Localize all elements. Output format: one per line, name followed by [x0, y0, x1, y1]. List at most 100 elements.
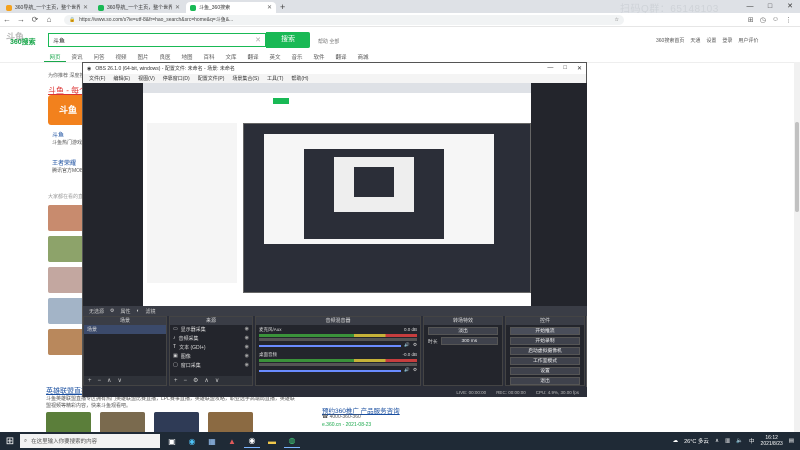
top-link[interactable]: 用户评价 [738, 37, 758, 44]
minimize-button[interactable]: — [547, 65, 553, 72]
gear-icon[interactable]: ⚙ [413, 367, 417, 373]
menu-item[interactable]: 文件(F) [89, 75, 105, 82]
gear-icon[interactable]: ⚙ [193, 377, 198, 384]
remove-icon[interactable]: − [184, 378, 188, 384]
taskbar-search[interactable]: ⌕ 在这里输入你要搜索的内容 [20, 434, 160, 448]
browser-tab-2[interactable]: 360导航_一个主页，整个世界 ✕ [94, 2, 184, 13]
nav-tab[interactable]: 视频 [110, 53, 132, 62]
close-icon[interactable]: ✕ [83, 4, 88, 11]
search-button[interactable]: 搜索 [266, 32, 310, 48]
source-item[interactable]: ▣ 图像 ◉ [170, 352, 252, 361]
reload-icon[interactable]: ⟳ [28, 15, 42, 24]
star-icon[interactable]: ☆ [615, 17, 619, 23]
top-link[interactable]: 天通 [690, 37, 700, 44]
clock[interactable]: 16:12 2021/8/23 [761, 435, 783, 447]
nav-tab[interactable]: 软件 [308, 53, 330, 62]
chevron-up-icon[interactable]: ∧ [715, 438, 719, 444]
start-streaming-button[interactable]: 开始推流 [510, 327, 580, 335]
nav-tab[interactable]: 英文 [264, 53, 286, 62]
menu-icon[interactable]: ⋮ [785, 16, 792, 24]
speaker-icon[interactable]: 🔊 [404, 342, 410, 348]
duration-input[interactable]: 300 ms [440, 337, 498, 345]
ad-site[interactable]: e.360.cn - 2021-08-23 [322, 422, 371, 428]
search-input[interactable]: 斗鱼 ✕ [48, 33, 266, 47]
minimize-button[interactable]: — [740, 0, 760, 13]
filters-button[interactable]: 滤镜 [146, 308, 156, 315]
close-window-button[interactable]: ✕ [577, 65, 582, 72]
windows-start-icon[interactable]: ⊞ [0, 436, 20, 447]
browser-icon[interactable]: ◍ [284, 434, 300, 448]
nav-tab[interactable]: 地图 [176, 53, 198, 62]
speaker-icon[interactable]: 🔊 [404, 367, 410, 373]
search-brand[interactable]: 360搜索 [10, 37, 36, 47]
source-item[interactable]: ▭ 显示器采集 ◉ [170, 325, 252, 334]
live-thumbnail[interactable] [48, 298, 84, 324]
notification-icon[interactable]: ▤ [789, 438, 794, 444]
remove-icon[interactable]: − [98, 378, 102, 384]
back-icon[interactable]: ← [0, 15, 14, 24]
menu-item[interactable]: 场景集合(S) [232, 75, 259, 82]
start-recording-button[interactable]: 开始录制 [510, 337, 580, 345]
move-down-icon[interactable]: ∨ [215, 377, 219, 384]
live-thumbnail[interactable] [48, 329, 84, 355]
menu-item[interactable]: 帮助(H) [291, 75, 308, 82]
studio-mode-button[interactable]: 工作室模式 [510, 357, 580, 365]
nav-tab[interactable]: 网页 [44, 53, 66, 62]
history-icon[interactable]: ◷ [760, 16, 766, 24]
close-window-button[interactable]: ✕ [780, 0, 800, 13]
filter-icon[interactable]: ◐ [137, 308, 140, 314]
gear-icon[interactable]: ⚙ [413, 342, 417, 348]
browser-tab-3[interactable]: 斗鱼_360搜索 ✕ [186, 2, 276, 13]
settings-button[interactable]: 设置 [510, 367, 580, 375]
page-scrollbar[interactable] [794, 62, 800, 432]
nav-tab[interactable]: 音乐 [286, 53, 308, 62]
gear-icon[interactable]: ⚙ [110, 308, 114, 314]
folder-icon[interactable]: ▬ [264, 434, 280, 448]
clear-icon[interactable]: ✕ [255, 36, 261, 44]
close-icon[interactable]: ✕ [267, 4, 272, 11]
weather-text[interactable]: 26°C 多云 [684, 437, 709, 445]
live-thumbnail[interactable] [48, 205, 84, 231]
app-icon[interactable]: ▲ [224, 434, 240, 448]
volume-slider[interactable] [259, 370, 402, 372]
task-view-icon[interactable]: ▣ [164, 434, 180, 448]
eye-icon[interactable]: ◉ [245, 353, 249, 360]
scrollbar-thumb[interactable] [795, 122, 799, 212]
nav-tab[interactable]: 商城 [352, 53, 374, 62]
obs-preview-canvas[interactable] [143, 83, 531, 306]
move-up-icon[interactable]: ∧ [107, 377, 111, 384]
volume-icon[interactable]: 🔈 [736, 438, 743, 444]
virtual-camera-button[interactable]: 启动虚拟摄像机 [510, 347, 580, 355]
ime-icon[interactable]: 中 [749, 437, 755, 445]
nav-tab[interactable]: 文库 [220, 53, 242, 62]
network-icon[interactable]: ▥ [725, 438, 730, 444]
home-icon[interactable]: ⌂ [42, 15, 56, 24]
nav-tab[interactable]: 资讯 [66, 53, 88, 62]
move-down-icon[interactable]: ∨ [117, 377, 121, 384]
top-link[interactable]: 登录 [722, 37, 732, 44]
eye-icon[interactable]: ◉ [245, 335, 249, 342]
new-tab-button[interactable]: + [280, 2, 285, 13]
nav-tab[interactable]: 百科 [198, 53, 220, 62]
photos-icon[interactable]: ▦ [204, 434, 220, 448]
maximize-button[interactable]: □ [760, 0, 780, 13]
menu-item[interactable]: 工具(T) [267, 75, 283, 82]
forward-icon[interactable]: → [14, 15, 28, 24]
close-icon[interactable]: ✕ [175, 4, 180, 11]
menu-item[interactable]: 停靠窗口(D) [163, 75, 190, 82]
top-link[interactable]: 设置 [706, 37, 716, 44]
menu-item[interactable]: 配置文件(P) [198, 75, 225, 82]
obs-icon[interactable]: ◉ [244, 434, 260, 448]
maximize-button[interactable]: □ [563, 65, 567, 72]
move-up-icon[interactable]: ∧ [204, 377, 208, 384]
source-item[interactable]: T 文本 (GDI+) ◉ [170, 343, 252, 352]
source-item[interactable]: ▢ 窗口采集 ◉ [170, 361, 252, 370]
nav-tab[interactable]: 翻译 [330, 53, 352, 62]
eye-icon[interactable]: ◉ [245, 362, 249, 369]
profile-icon[interactable]: ☺ [772, 16, 779, 24]
top-link[interactable]: 360搜索首页 [656, 37, 684, 44]
extensions-icon[interactable]: ⊞ [748, 16, 754, 24]
nav-tab[interactable]: 良医 [154, 53, 176, 62]
scene-item[interactable]: 场景 [84, 325, 166, 334]
source-item[interactable]: ♪ 音频采集 ◉ [170, 334, 252, 343]
